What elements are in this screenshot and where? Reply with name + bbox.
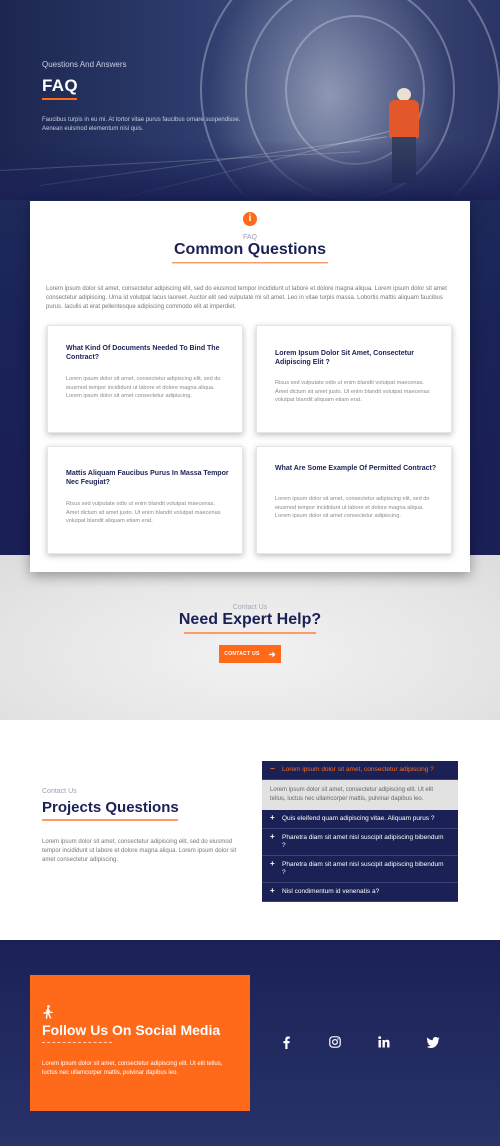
facebook-icon[interactable] bbox=[278, 1034, 294, 1050]
question-title: What Are Some Example Of Permitted Contr… bbox=[275, 465, 437, 472]
info-icon: i bbox=[243, 212, 257, 226]
social-title: Follow Us On Social Media bbox=[42, 1022, 221, 1038]
contact-us-label: CONTACT US bbox=[224, 651, 260, 657]
question-answer: Lorem ipsum dolor sit amet, consectetur … bbox=[66, 376, 221, 399]
faq-card: i FAQ Common Questions Lorem ipsum dolor… bbox=[30, 201, 470, 572]
question-card: Lorem Ipsum Dolor Sit Amet, Consectetur … bbox=[256, 325, 452, 433]
plus-icon: + bbox=[270, 832, 275, 841]
social-description: Lorem ipsum dolor sit amet, consectetur … bbox=[42, 1061, 223, 1076]
accordion-item-label: Pharetra diam sit amet nisl suscipit adi… bbox=[282, 834, 444, 849]
help-kicker: Contact Us bbox=[232, 604, 268, 611]
faq-title: Common Questions bbox=[173, 241, 326, 258]
plus-icon: + bbox=[270, 859, 275, 868]
question-title: Lorem Ipsum Dolor Sit Amet, Consectetur … bbox=[275, 350, 414, 366]
question-card: What Are Some Example Of Permitted Contr… bbox=[256, 446, 452, 554]
question-title: Mattis Aliquam Faucibus Purus In Massa T… bbox=[66, 470, 229, 486]
accordion-item[interactable]: + Pharetra diam sit amet nisl suscipit a… bbox=[262, 856, 458, 883]
help-section bbox=[0, 555, 500, 720]
help-title: Need Expert Help? bbox=[178, 611, 322, 628]
plus-icon: + bbox=[270, 813, 275, 822]
title-underline bbox=[42, 98, 77, 100]
hero-background-image bbox=[0, 0, 500, 200]
arrow-right-icon: ➔ bbox=[268, 649, 276, 659]
question-card: Mattis Aliquam Faucibus Purus In Massa T… bbox=[47, 446, 243, 554]
walking-person-icon bbox=[43, 1005, 53, 1019]
twitter-icon[interactable] bbox=[425, 1034, 441, 1050]
question-answer: Risus sed vulputate odio ut enim blandit… bbox=[275, 380, 430, 403]
accordion-item[interactable]: + Pharetra diam sit amet nisl suscipit a… bbox=[262, 829, 458, 856]
projects-title-underline bbox=[42, 819, 178, 821]
contact-us-button[interactable]: CONTACT US ➔ bbox=[219, 645, 281, 663]
accordion-item[interactable]: + Nisl condimentum id venenatis a? bbox=[262, 883, 458, 902]
hero-description: Faucibus turpis in eu mi. At tortor vita… bbox=[42, 117, 241, 132]
faq-title-underline bbox=[172, 262, 328, 264]
projects-title: Projects Questions bbox=[42, 799, 179, 816]
faq-accordion: − Lorem ipsum dolor sit amet, consectetu… bbox=[262, 761, 458, 902]
question-title: What Kind Of Documents Needed To Bind Th… bbox=[66, 345, 220, 361]
projects-kicker: Contact Us bbox=[42, 788, 77, 795]
faq-kicker: FAQ bbox=[242, 234, 257, 241]
accordion-item-label: Pharetra diam sit amet nisl suscipit adi… bbox=[282, 861, 444, 876]
help-title-underline bbox=[184, 632, 316, 634]
projects-description: Lorem ipsum dolor sit amet, consectetur … bbox=[42, 839, 237, 863]
plus-icon: + bbox=[270, 886, 275, 895]
question-answer: Risus sed vulputate odio ut enim blandit… bbox=[66, 501, 221, 524]
accordion-item[interactable]: − Lorem ipsum dolor sit amet, consectetu… bbox=[262, 761, 458, 780]
linkedin-icon[interactable] bbox=[376, 1034, 392, 1050]
accordion-item-label: Nisl condimentum id venenatis a? bbox=[282, 888, 380, 895]
question-card: What Kind Of Documents Needed To Bind Th… bbox=[47, 325, 243, 433]
hero-kicker: Questions And Answers bbox=[42, 60, 127, 69]
minus-icon: − bbox=[270, 764, 275, 773]
page-title: FAQ bbox=[42, 76, 78, 95]
accordion-panel: Lorem ipsum dolor sit amet, consectetur … bbox=[262, 780, 458, 810]
instagram-icon[interactable] bbox=[327, 1034, 343, 1050]
social-title-underline bbox=[42, 1042, 112, 1043]
social-card: Follow Us On Social Media Lorem ipsum do… bbox=[30, 975, 250, 1111]
accordion-item-label: Quis eleifend quam adipiscing vitae. Ali… bbox=[282, 815, 435, 822]
accordion-item-label: Lorem ipsum dolor sit amet, consectetur … bbox=[282, 766, 434, 773]
accordion-item[interactable]: + Quis eleifend quam adipiscing vitae. A… bbox=[262, 810, 458, 829]
question-answer: Lorem ipsum dolor sit amet, consectetur … bbox=[275, 496, 430, 519]
faq-description: Lorem ipsum dolor sit amet, consectetur … bbox=[46, 286, 447, 310]
